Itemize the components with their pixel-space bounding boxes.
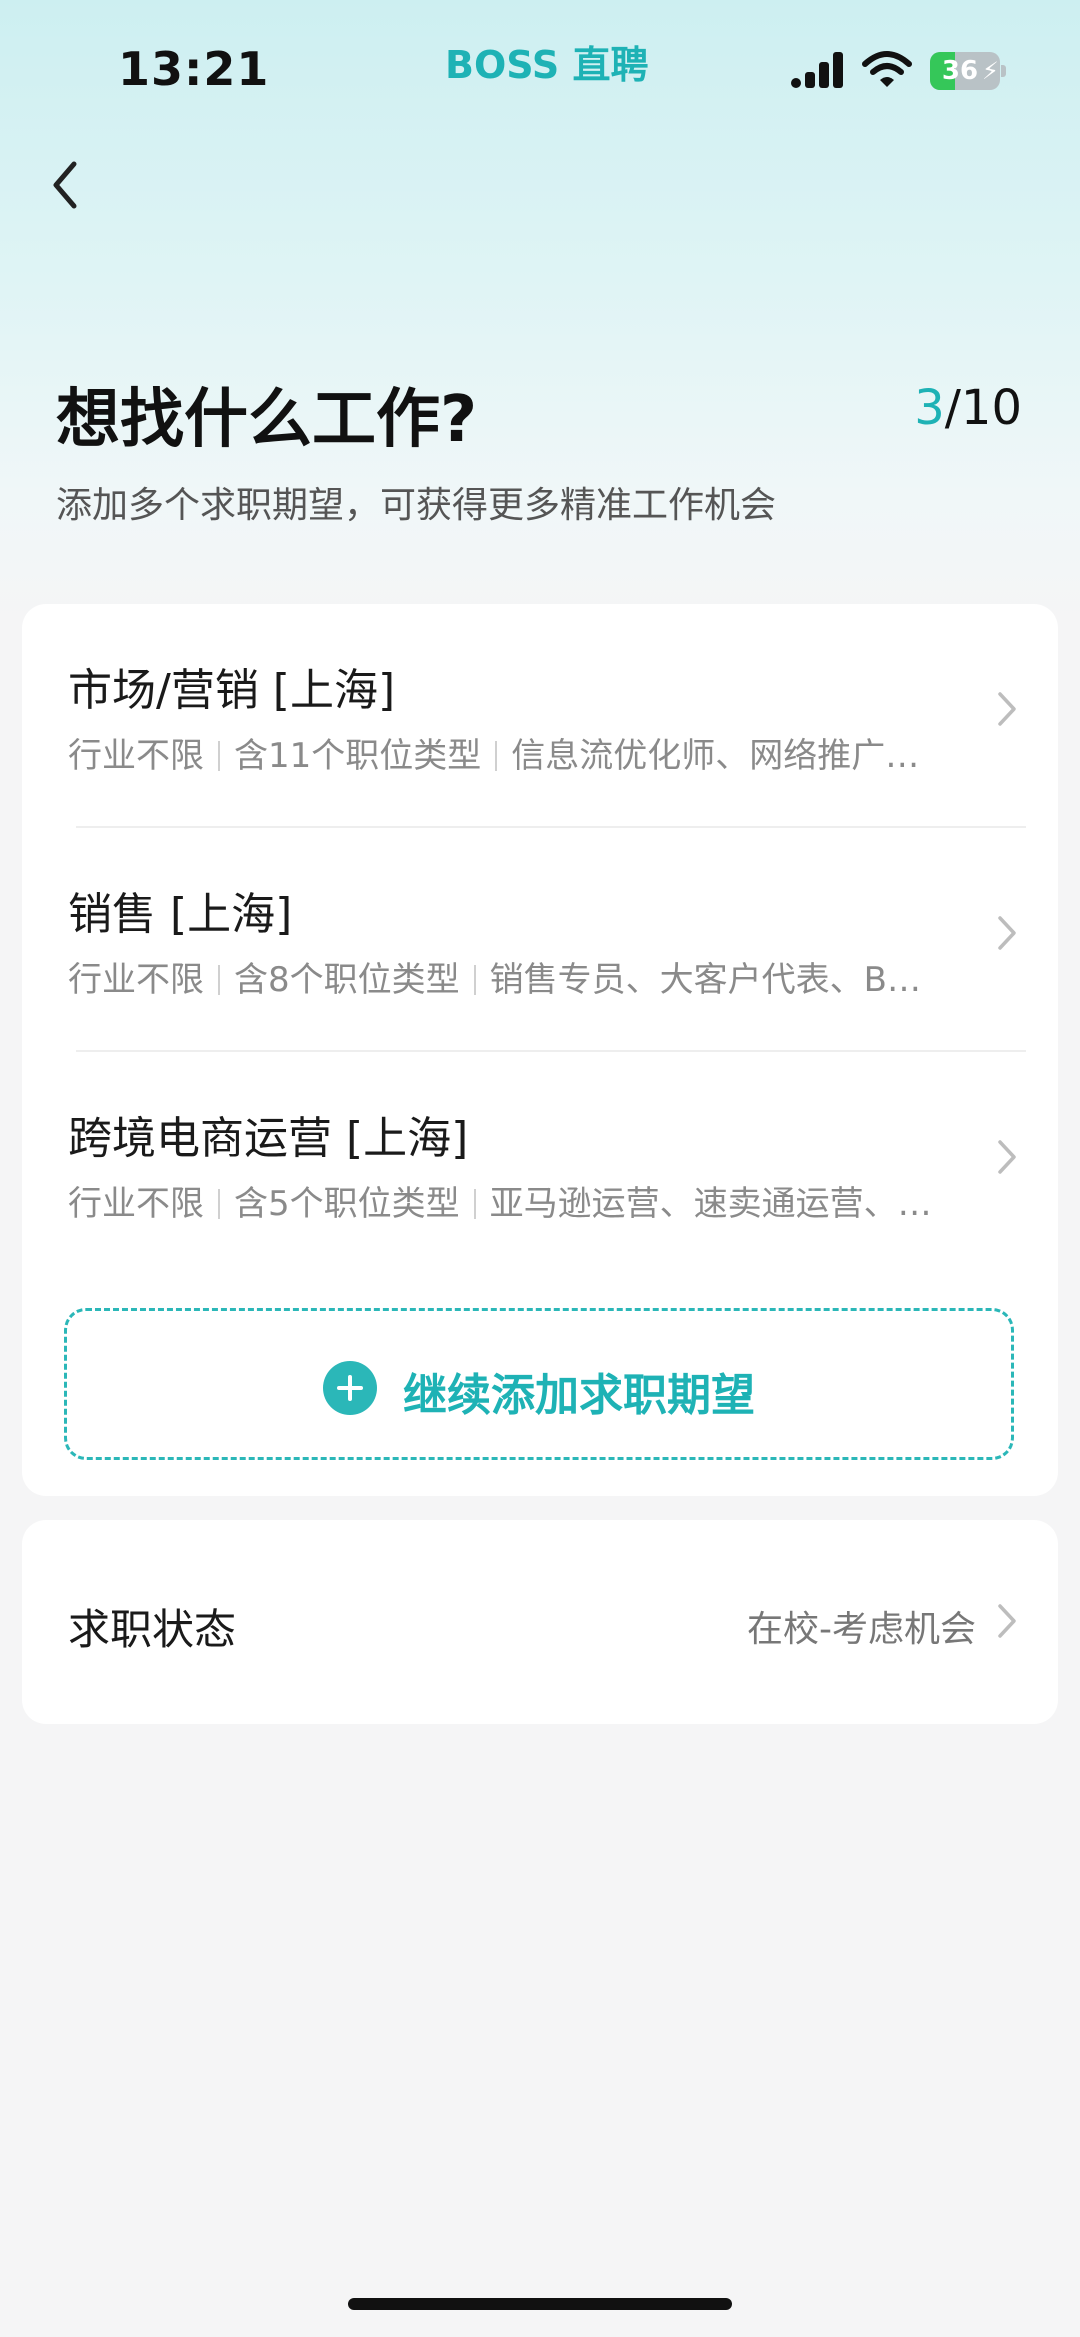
battery-cap — [1001, 65, 1006, 77]
separator — [218, 741, 220, 771]
expectation-description: 行业不限 含11个职位类型 信息流优化师、网络推广… — [68, 728, 988, 777]
job-status-row[interactable]: 求职状态 在校-考虑机会 — [22, 1520, 1058, 1724]
expectation-count: 含8个职位类型 — [234, 960, 460, 1000]
expectation-roles: 销售专员、大客户代表、B… — [489, 960, 921, 1000]
expectation-title: 销售 [上海] — [68, 889, 293, 940]
expectation-roles: 信息流优化师、网络推广… — [511, 736, 920, 776]
expectation-title: 跨境电商运营 [上海] — [68, 1113, 469, 1164]
chevron-left-icon — [53, 161, 77, 209]
progress-total: /10 — [944, 380, 1022, 436]
status-time: 13:21 — [118, 42, 270, 96]
battery-charging-icon: 36 ⚡ — [930, 52, 1006, 90]
separator — [218, 965, 220, 995]
expectation-industry: 行业不限 — [68, 960, 204, 1000]
expectation-roles: 亚马逊运营、速卖通运营、… — [489, 1184, 932, 1224]
battery-body: 36 ⚡ — [930, 52, 1000, 90]
separator — [473, 965, 476, 995]
job-status-label: 求职状态 — [68, 1605, 237, 1654]
expectations-card: 市场/营销 [上海] 行业不限 含11个职位类型 信息流优化师、网络推广… 销售 [… — [22, 604, 1058, 1496]
expectation-progress: 3/10 — [914, 380, 1022, 436]
plus-circle-icon — [323, 1361, 377, 1415]
job-status-value: 在校-考虑机会 — [747, 1609, 976, 1650]
status-bar: 13:21 BOSS 直聘 36 ⚡ — [0, 0, 1080, 130]
expectation-item-cross-border-ecommerce[interactable]: 跨境电商运营 [上海] 行业不限 含5个职位类型 亚马逊运营、速卖通运营、… — [22, 1052, 1058, 1276]
progress-current: 3 — [914, 380, 945, 436]
expectation-description: 行业不限 含8个职位类型 销售专员、大客户代表、B… — [68, 952, 988, 1001]
cellular-signal-icon — [791, 52, 843, 88]
chevron-right-icon — [998, 916, 1016, 950]
page-title: 想找什么工作? — [56, 383, 478, 457]
status-app-name: BOSS 直聘 — [445, 43, 649, 87]
expectation-count: 含5个职位类型 — [234, 1184, 460, 1224]
expectation-title: 市场/营销 [上海] — [68, 665, 396, 716]
chevron-right-icon — [998, 1140, 1016, 1174]
add-expectation-label: 继续添加求职期望 — [403, 1370, 755, 1421]
chevron-right-icon — [998, 692, 1016, 726]
expectation-item-marketing[interactable]: 市场/营销 [上海] 行业不限 含11个职位类型 信息流优化师、网络推广… — [22, 604, 1058, 828]
battery-level: 36 — [941, 56, 979, 86]
chevron-right-icon — [998, 1604, 1016, 1638]
home-indicator[interactable] — [348, 2298, 732, 2310]
expectation-industry: 行业不限 — [68, 736, 204, 776]
separator — [473, 1189, 476, 1219]
expectation-description: 行业不限 含5个职位类型 亚马逊运营、速卖通运营、… — [68, 1176, 988, 1225]
add-expectation-button[interactable]: 继续添加求职期望 — [64, 1308, 1014, 1460]
expectation-item-sales[interactable]: 销售 [上海] 行业不限 含8个职位类型 销售专员、大客户代表、B… — [22, 828, 1058, 1052]
separator — [218, 1189, 220, 1219]
charging-bolt-icon: ⚡ — [982, 57, 999, 85]
wifi-icon — [862, 51, 912, 87]
expectation-count: 含11个职位类型 — [234, 736, 482, 776]
separator — [495, 741, 498, 771]
expectation-industry: 行业不限 — [68, 1184, 204, 1224]
page-subtitle: 添加多个求职期望，可获得更多精准工作机会 — [56, 485, 777, 526]
back-button[interactable] — [40, 150, 100, 220]
